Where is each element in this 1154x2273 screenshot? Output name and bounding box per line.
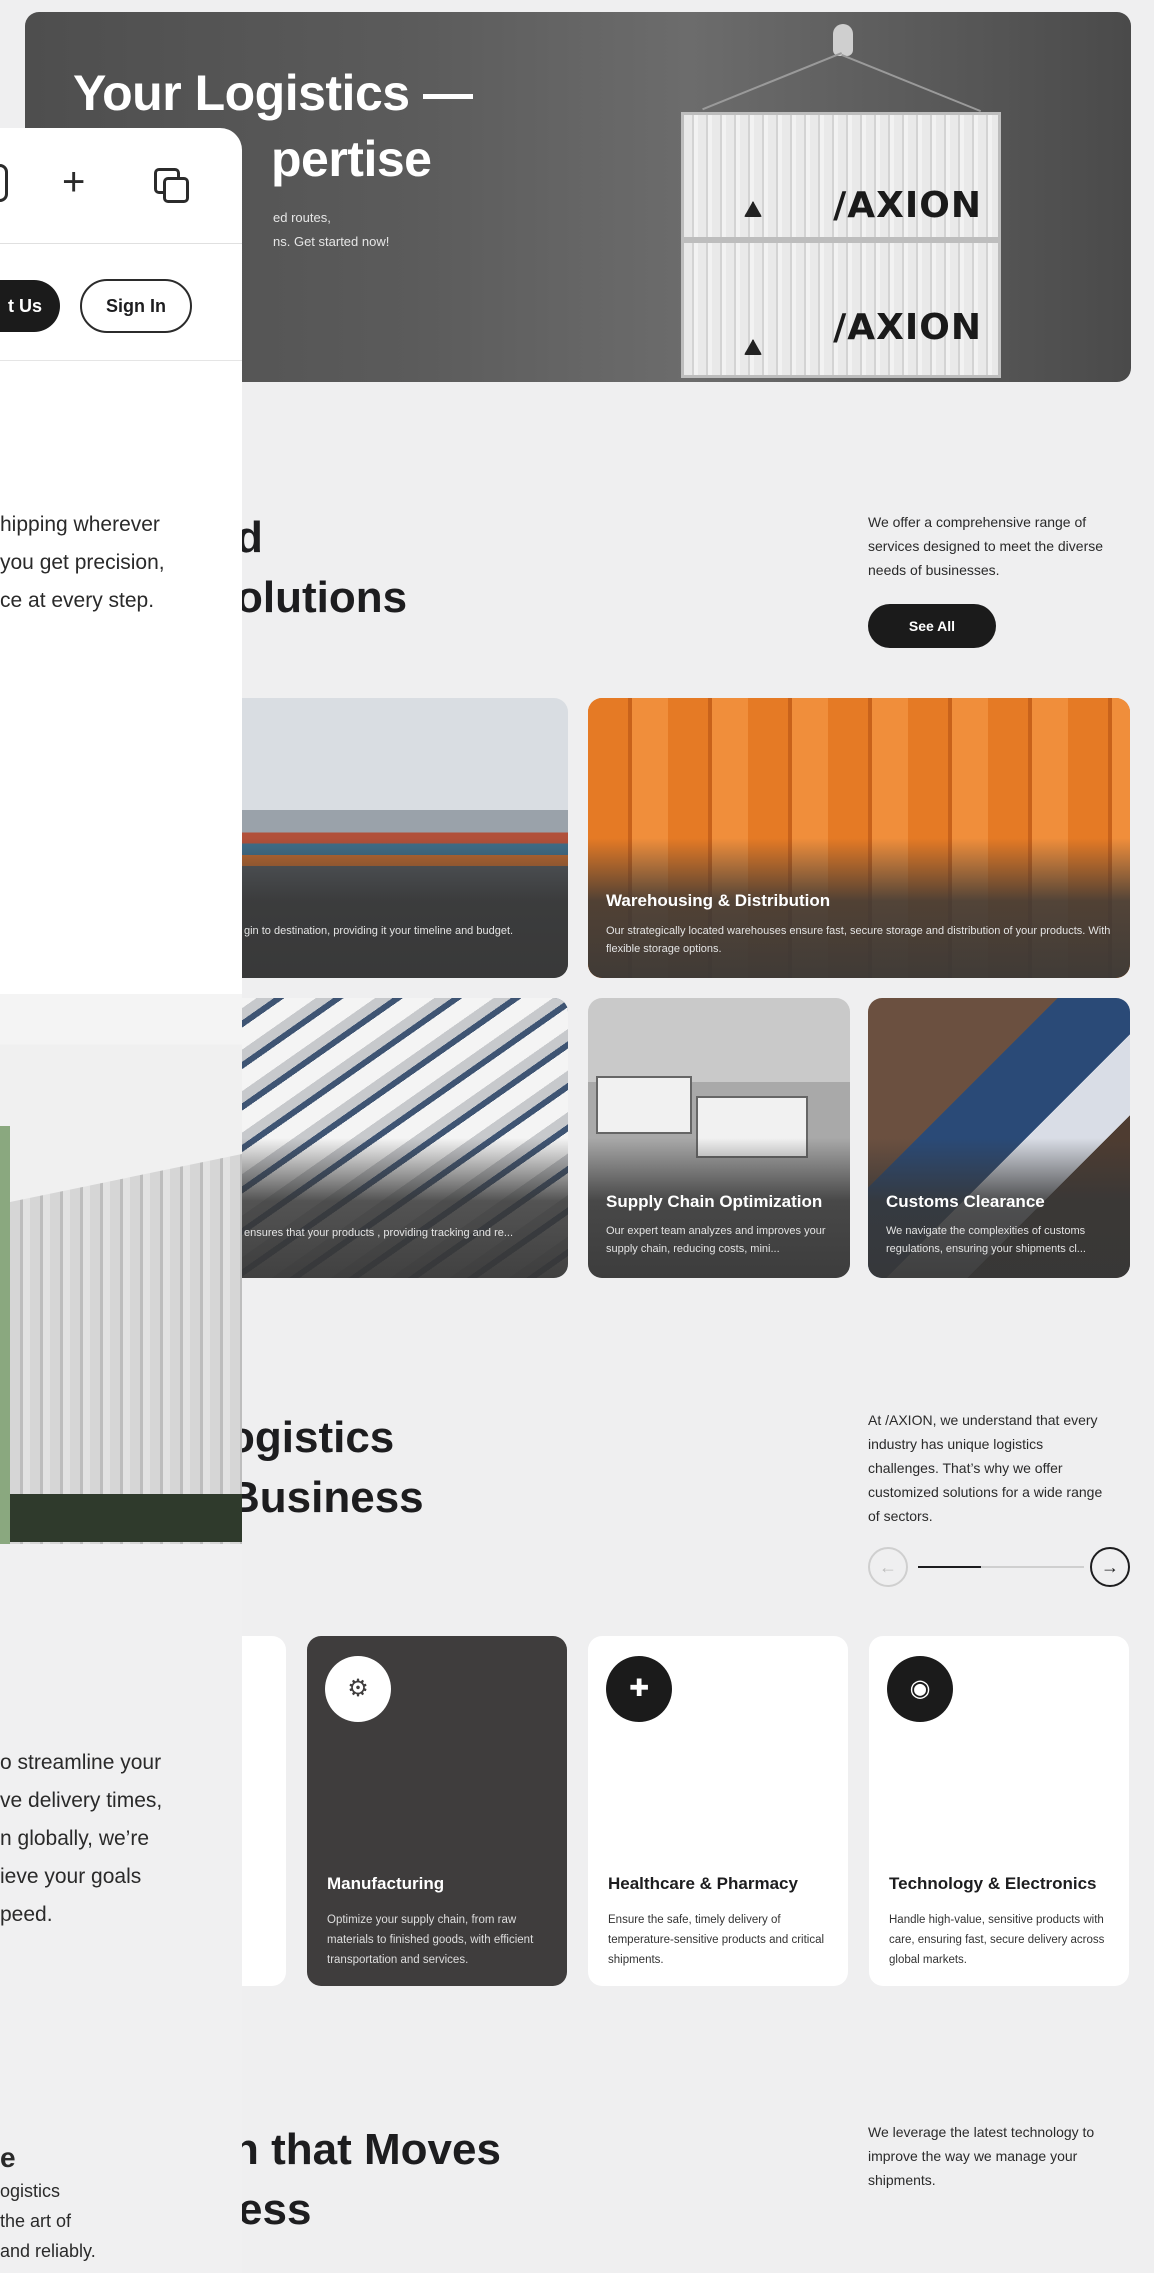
service-card-desc: Our expert team analyzes and improves yo…	[606, 1225, 826, 1255]
services-heading-line-1: d	[236, 513, 263, 562]
service-card-desc: gin to destination, providing it your ti…	[244, 925, 514, 937]
sign-in-button[interactable]: Sign In	[80, 279, 192, 333]
arrow-right-icon: →	[1101, 1557, 1119, 1577]
pill-icon: ✚	[606, 1656, 672, 1722]
factory-icon: ⚙	[325, 1656, 391, 1722]
slider-next-button[interactable]: →	[1090, 1547, 1130, 1587]
industries-heading-line-1: ogistics	[228, 1413, 395, 1462]
industries-heading: ogistics Business	[228, 1408, 424, 1528]
chip-icon: ◉	[887, 1656, 953, 1722]
truck-icon	[596, 1076, 692, 1134]
industry-card-manufacturing[interactable]: ⚙ Manufacturing Optimize your supply cha…	[307, 1636, 567, 1986]
shipping-container-bottom: /AXION	[681, 240, 1001, 378]
tabs-icon-front	[163, 177, 189, 203]
container-photo	[0, 994, 242, 1586]
panel-bottom-line: and reliably.	[0, 2241, 96, 2261]
industry-card-desc: Optimize your supply chain, from raw mat…	[327, 1914, 534, 1966]
industry-card-title: Technology & Electronics	[889, 1874, 1097, 1893]
industry-card-title: Manufacturing	[327, 1874, 445, 1893]
arrow-left-icon: ←	[879, 1557, 897, 1577]
panel-intro-text: hipping wherever you get precision, ce a…	[0, 506, 230, 620]
services-heading-line-2: olutions	[236, 573, 408, 622]
warning-icon	[744, 339, 762, 355]
service-card-desc: Our strategically located warehouses ens…	[606, 925, 1111, 955]
panel-industries-text: o streamline your ve delivery times, n g…	[0, 1744, 230, 1934]
slider-progress	[918, 1566, 1084, 1568]
shipping-container-top: /AXION	[681, 112, 1001, 240]
industry-card-technology[interactable]: ◉ Technology & Electronics Handle high-v…	[869, 1636, 1129, 1986]
services-heading: d olutions	[236, 508, 407, 628]
panel-industries-line: o streamline your	[0, 1751, 162, 1774]
panel-intro-line: ce at every step.	[0, 589, 155, 612]
industry-card-healthcare[interactable]: ✚ Healthcare & Pharmacy Ensure the safe,…	[588, 1636, 848, 1986]
service-card-warehousing[interactable]: Warehousing & Distribution Our strategic…	[588, 698, 1130, 978]
industry-card-desc: Ensure the safe, timely delivery of temp…	[608, 1914, 825, 1966]
hero-title-line-1: Your Logistics —	[73, 65, 473, 121]
new-tab-icon[interactable]: +	[62, 162, 85, 202]
crane-hook-icon	[833, 24, 853, 56]
card-shade	[226, 1138, 568, 1278]
card-shade	[226, 838, 568, 978]
browser-toolbar: +	[0, 128, 242, 244]
panel-industries-line: n globally, we’re	[0, 1827, 150, 1850]
tech-heading: n that Moves ess	[232, 2120, 501, 2240]
panel-industries-line: ieve your goals	[0, 1865, 142, 1888]
services-description: We offer a comprehensive range of servic…	[868, 514, 1104, 578]
cable	[702, 52, 842, 111]
tech-heading-line-1: n that Moves	[232, 2125, 501, 2174]
service-card-title: Customs Clearance	[886, 1192, 1045, 1211]
panel-bottom-text: e ogistics the art of and reliably.	[0, 2140, 230, 2266]
tech-heading-line-2: ess	[238, 2185, 312, 2234]
panel-bottom-heading: e	[0, 2142, 16, 2173]
tech-description: We leverage the latest technology to imp…	[868, 2124, 1095, 2188]
panel-industries-line: peed.	[0, 1903, 53, 1926]
panel-bottom-line: the art of	[0, 2211, 72, 2231]
divider	[0, 360, 242, 361]
service-card-desc: ensures that your products , providing t…	[244, 1227, 514, 1239]
green-container-edge	[0, 1126, 10, 1586]
service-card-freight[interactable]: gin to destination, providing it your ti…	[226, 698, 568, 978]
service-card-customs[interactable]: Customs Clearance We navigate the comple…	[868, 998, 1130, 1278]
service-card-supply-chain[interactable]: Supply Chain Optimization Our expert tea…	[588, 998, 850, 1278]
service-card-title: Supply Chain Optimization	[606, 1192, 823, 1211]
industries-description: At /AXION, we understand that every indu…	[868, 1412, 1103, 1524]
see-all-button[interactable]: See All	[868, 604, 996, 648]
service-card-title: Warehousing & Distribution	[606, 891, 831, 910]
container-base	[10, 1494, 242, 1542]
service-card-tracking[interactable]: ensures that your products , providing t…	[226, 998, 568, 1278]
slider-prev-button[interactable]: ←	[868, 1547, 908, 1587]
browser-tab-panel: + t Us Sign In hipping wherever you get …	[0, 128, 242, 2273]
warning-icon	[744, 201, 762, 217]
cable	[841, 54, 982, 113]
panel-industries-line: ve delivery times,	[0, 1789, 163, 1812]
container-brand-text: /AXION	[833, 185, 982, 226]
panel-intro-line: you get precision,	[0, 551, 165, 574]
slider-progress-fill	[918, 1566, 982, 1568]
container-brand-text: /AXION	[833, 307, 982, 348]
industry-card-desc: Handle high-value, sensitive products wi…	[889, 1914, 1105, 1966]
industry-card-title: Healthcare & Pharmacy	[608, 1874, 798, 1893]
tabs-icon[interactable]	[154, 168, 190, 204]
panel-bottom-line: ogistics	[0, 2181, 61, 2201]
service-card-desc: We navigate the complexities of customs …	[886, 1225, 1086, 1255]
industries-heading-line-2: Business	[228, 1473, 424, 1522]
panel-intro-line: hipping wherever	[0, 513, 160, 536]
tab-overview-icon[interactable]	[0, 164, 8, 202]
contact-us-button[interactable]: t Us	[0, 280, 60, 332]
